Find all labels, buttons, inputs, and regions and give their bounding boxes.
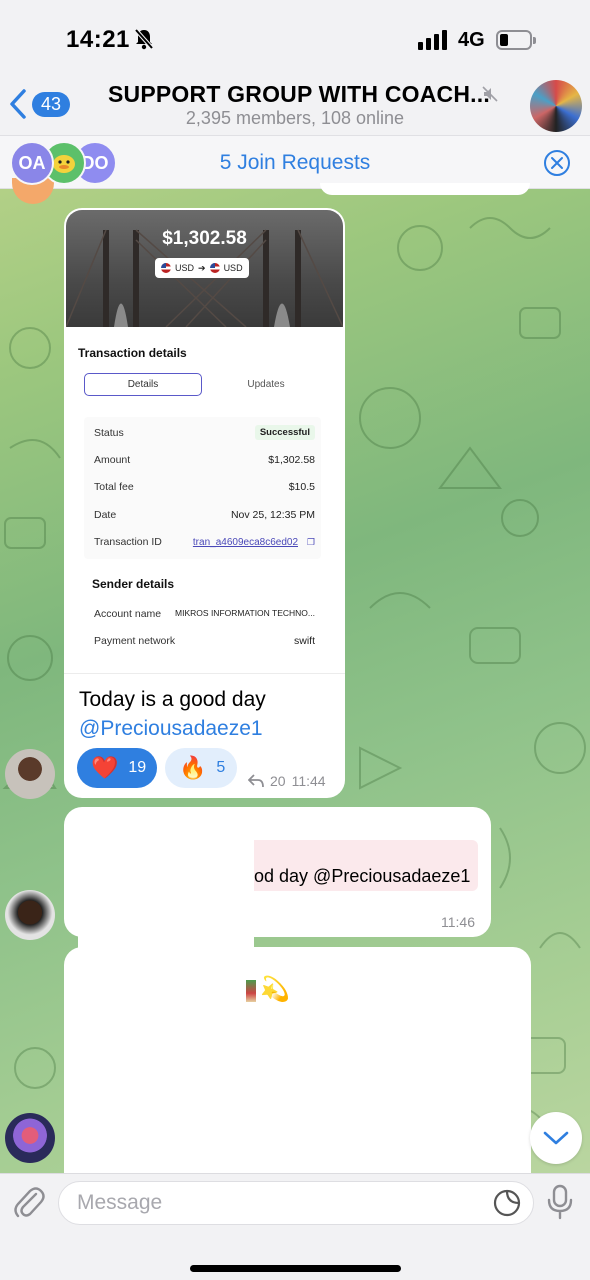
section-title: Transaction details: [78, 346, 187, 360]
detail-row: Status Successful: [94, 425, 315, 443]
copy-icon: ❐: [306, 537, 315, 547]
previous-message-bubble: [320, 183, 530, 195]
forward-count: 20: [270, 773, 286, 789]
fire-icon: 🔥: [179, 755, 207, 780]
chat-subtitle: 2,395 members, 108 online: [185, 108, 405, 128]
status-time: 14:21: [66, 26, 130, 53]
details-list: Status Successful Amount $1,302.58 Total…: [84, 417, 321, 559]
message-bubble[interactable]: 💫: [64, 947, 531, 1177]
close-icon[interactable]: [543, 149, 571, 182]
avatar[interactable]: [5, 749, 55, 799]
message-time: 11:46: [441, 914, 475, 930]
message-bubble[interactable]: $1,302.58 USD ➔ USD Transaction details …: [64, 208, 345, 798]
avatar[interactable]: [5, 890, 55, 940]
home-indicator: [190, 1265, 401, 1272]
join-request-avatar: OA: [10, 141, 54, 185]
cellular-signal-icon: [418, 30, 447, 50]
message-composer: [0, 1173, 590, 1280]
transfer-amount: $1,302.58: [162, 228, 247, 249]
transaction-id-link: tran_a4609eca8c6ed02: [192, 537, 298, 548]
reaction-count: 19: [128, 759, 147, 776]
message-bubble[interactable]: od day @Preciousadaeze1 11:46: [64, 807, 491, 937]
sticker-button[interactable]: [492, 1188, 522, 1223]
arrow-right-icon: ➔: [198, 262, 206, 273]
transaction-image-header: $1,302.58 USD ➔ USD: [66, 210, 343, 327]
sticker-fragment: [246, 979, 256, 1002]
us-flag-icon: [161, 263, 171, 273]
forward-icon: [248, 774, 264, 788]
network-type: 4G: [458, 29, 485, 51]
chevron-down-icon: [543, 1131, 569, 1145]
message-input[interactable]: [58, 1181, 534, 1225]
detail-row: Transaction ID tran_a4609eca8c6ed02 ❐: [94, 536, 315, 548]
group-avatar[interactable]: [530, 80, 582, 132]
tab-details: Details: [84, 373, 202, 396]
detail-row: Payment network swift: [94, 635, 315, 647]
reply-preview-text: od day @Preciousadaeze1: [254, 866, 471, 886]
detail-row: Date Nov 25, 12:35 PM: [94, 509, 315, 521]
mention-link[interactable]: @Preciousadaeze1: [79, 714, 266, 743]
detail-row: Total fee $10.5: [94, 481, 315, 493]
status-badge: Successful: [254, 425, 315, 440]
bell-muted-icon: [134, 28, 154, 55]
heart-icon: ❤️: [91, 755, 119, 780]
redacted-area: [76, 839, 254, 899]
chat-title[interactable]: SUPPORT GROUP WITH COACH...: [108, 81, 490, 108]
muted-icon: [482, 86, 498, 107]
currency-pair: USD ➔ USD: [155, 258, 249, 278]
scroll-down-button[interactable]: [530, 1112, 582, 1164]
detail-row: Amount $1,302.58: [94, 454, 315, 466]
chat-header: 43 SUPPORT GROUP WITH COACH... 2,395 mem…: [0, 78, 590, 135]
status-bar: 14:21 4G: [0, 0, 590, 78]
sticker-icon: [493, 1189, 521, 1217]
avatar[interactable]: [5, 1113, 55, 1163]
microphone-button[interactable]: [545, 1184, 575, 1225]
microphone-icon: [547, 1184, 573, 1220]
tab-updates: Updates: [247, 379, 285, 390]
transaction-details-card: Transaction details Details Updates Stat…: [66, 327, 343, 675]
us-flag-icon: [209, 263, 220, 273]
message-meta: 20 11:44: [248, 773, 326, 789]
paperclip-icon: [14, 1187, 45, 1218]
join-requests-bar[interactable]: OA DO 5 Join Requests: [0, 135, 590, 189]
message-time: 11:44: [291, 773, 326, 789]
reaction-heart[interactable]: ❤️ 19: [77, 748, 157, 788]
attach-button[interactable]: [12, 1184, 46, 1227]
detail-row: Account name MIKROS INFORMATION TECHNO..…: [94, 608, 315, 620]
reaction-fire[interactable]: 🔥 5: [165, 748, 237, 788]
battery-icon: [496, 30, 536, 50]
divider: [64, 673, 345, 674]
message-emoji: 💫: [246, 975, 290, 1004]
sender-details-title: Sender details: [92, 577, 175, 591]
message-text: Today is a good day @Preciousadaeze1: [79, 685, 266, 743]
reaction-count: 5: [216, 759, 226, 776]
